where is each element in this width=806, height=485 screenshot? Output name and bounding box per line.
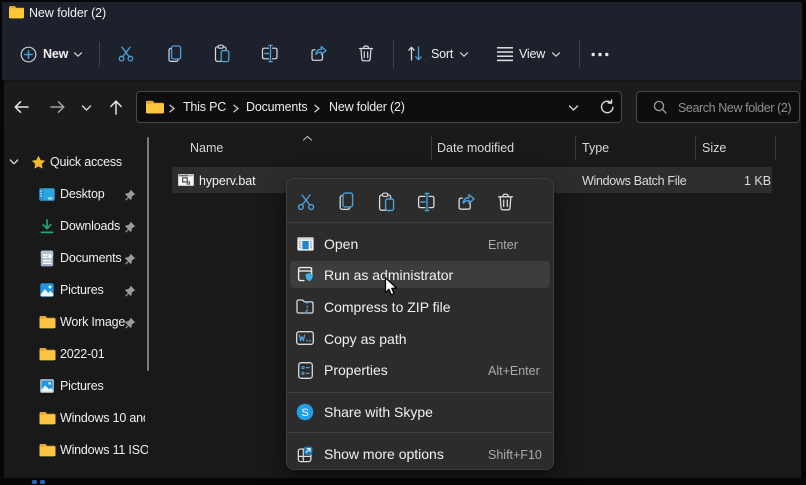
svg-text:S: S: [301, 407, 308, 419]
